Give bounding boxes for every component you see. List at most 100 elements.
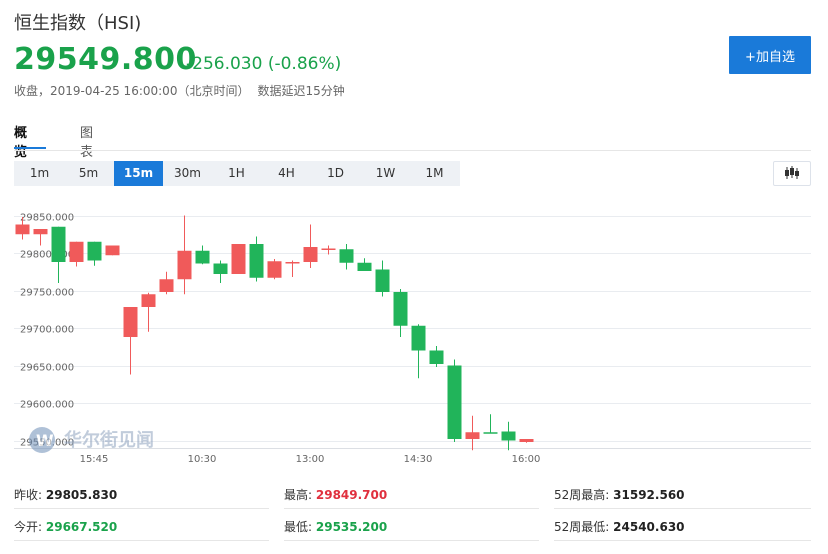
stat-52wk-high: 52周最高: 31592.560 xyxy=(554,488,685,502)
candle-body xyxy=(123,307,138,337)
candle-body xyxy=(375,269,390,292)
data-delay-note: 数据延迟15分钟 xyxy=(257,84,345,98)
period-15m[interactable]: 15m xyxy=(114,161,163,186)
candle xyxy=(123,307,138,375)
candle xyxy=(483,414,498,434)
candle xyxy=(465,415,480,451)
x-tick-label: 10:30 xyxy=(188,454,217,465)
candle-body xyxy=(429,350,444,364)
candle-body xyxy=(447,365,462,439)
candle xyxy=(519,439,534,443)
candle-body xyxy=(483,432,498,434)
candle xyxy=(105,245,120,256)
period-1m[interactable]: 1m xyxy=(15,161,64,186)
candle xyxy=(33,229,48,246)
candlestick-icon xyxy=(785,166,799,179)
candle xyxy=(357,258,372,271)
tab-chart[interactable]: 图表 xyxy=(80,122,93,160)
candle xyxy=(393,289,408,337)
x-tick-label: 16:00 xyxy=(512,454,541,465)
x-tick-label: 15:45 xyxy=(80,454,109,465)
y-tick-label: 29600.000 xyxy=(20,400,74,411)
period-selector: 1m 5m 15m 30m 1H 4H 1D 1W 1M xyxy=(14,161,460,186)
add-to-watchlist-button[interactable]: +加自选 xyxy=(729,36,811,74)
candle xyxy=(195,245,210,265)
stat-divider xyxy=(14,508,269,509)
stats-panel: 昨收: 29805.830 最高: 29849.700 52周最高: 31592… xyxy=(0,478,828,554)
candle xyxy=(285,260,300,277)
candle xyxy=(447,359,462,442)
stat-divider xyxy=(284,540,539,541)
candle xyxy=(87,241,102,266)
candle xyxy=(213,260,228,283)
candle-body xyxy=(141,294,156,307)
candle-body xyxy=(159,279,174,292)
candle xyxy=(339,244,354,270)
candle-body xyxy=(87,241,102,261)
period-1mo[interactable]: 1M xyxy=(410,161,459,186)
candle-body xyxy=(51,226,66,262)
candle-body xyxy=(501,431,516,441)
stat-low: 最低: 29535.200 xyxy=(284,520,388,534)
tab-overview[interactable]: 概览 xyxy=(14,122,27,160)
candle-body xyxy=(303,247,318,262)
candle xyxy=(51,226,66,283)
stat-open: 今开: 29667.520 xyxy=(14,520,118,534)
candle-body xyxy=(195,250,210,264)
index-title: 恒生指数（HSI) xyxy=(14,13,142,34)
period-5m[interactable]: 5m xyxy=(64,161,113,186)
period-1h[interactable]: 1H xyxy=(212,161,261,186)
candle-body xyxy=(105,245,120,256)
stat-high: 最高: 29849.700 xyxy=(284,488,388,502)
candle xyxy=(411,324,426,379)
x-tick-label: 13:00 xyxy=(296,454,325,465)
candle-body xyxy=(465,432,480,439)
candle-body xyxy=(519,439,534,442)
x-tick-label: 14:30 xyxy=(404,454,433,465)
candle-body xyxy=(33,229,48,235)
period-4h[interactable]: 4H xyxy=(262,161,311,186)
candle-body xyxy=(177,250,192,280)
candle-body xyxy=(357,262,372,271)
candle xyxy=(429,346,444,367)
candle-body xyxy=(15,224,30,235)
stat-prev-close: 昨收: 29805.830 xyxy=(14,488,118,502)
y-tick-label: 29650.000 xyxy=(20,363,74,374)
y-tick-label: 29800.000 xyxy=(20,250,74,261)
candle xyxy=(177,215,192,295)
candle xyxy=(303,224,318,268)
watermark: W 华尔街见闻 xyxy=(29,427,154,453)
period-1d[interactable]: 1D xyxy=(311,161,360,186)
period-30m[interactable]: 30m xyxy=(163,161,212,186)
candle xyxy=(267,259,282,280)
candle-body xyxy=(393,292,408,326)
candle-body xyxy=(231,244,246,274)
watermark-logo-mark: W xyxy=(36,431,54,450)
candle xyxy=(375,260,390,297)
candle xyxy=(231,244,246,274)
stat-52wk-low: 52周最低: 24540.630 xyxy=(554,520,685,534)
chart-type-button[interactable] xyxy=(773,161,811,186)
price-change: -256.030 (-0.86%) xyxy=(186,54,342,74)
candle-body xyxy=(267,261,282,278)
candle-body xyxy=(69,241,84,262)
candle xyxy=(141,292,156,332)
candle-body xyxy=(339,249,354,263)
period-1w[interactable]: 1W xyxy=(361,161,410,186)
y-tick-label: 29850.000 xyxy=(20,213,74,224)
y-axis: 29850.000 29800.000 29750.000 29700.000 2965… xyxy=(20,213,74,449)
stat-divider xyxy=(554,508,811,509)
candle xyxy=(249,236,264,282)
watermark-text: 华尔街见闻 xyxy=(64,429,154,451)
tab-divider xyxy=(14,150,811,151)
candle xyxy=(501,421,516,451)
candle-body xyxy=(213,263,228,274)
stat-divider xyxy=(14,540,269,541)
close-time: 收盘，2019-04-25 16:00:00（北京时间） xyxy=(14,84,250,98)
stat-divider xyxy=(284,508,539,509)
candle-series xyxy=(15,215,534,451)
market-status: 收盘，2019-04-25 16:00:00（北京时间） 数据延迟15分钟 xyxy=(14,82,353,99)
candle xyxy=(159,271,174,295)
candle-body xyxy=(285,262,300,264)
y-tick-label: 29700.000 xyxy=(20,325,74,336)
